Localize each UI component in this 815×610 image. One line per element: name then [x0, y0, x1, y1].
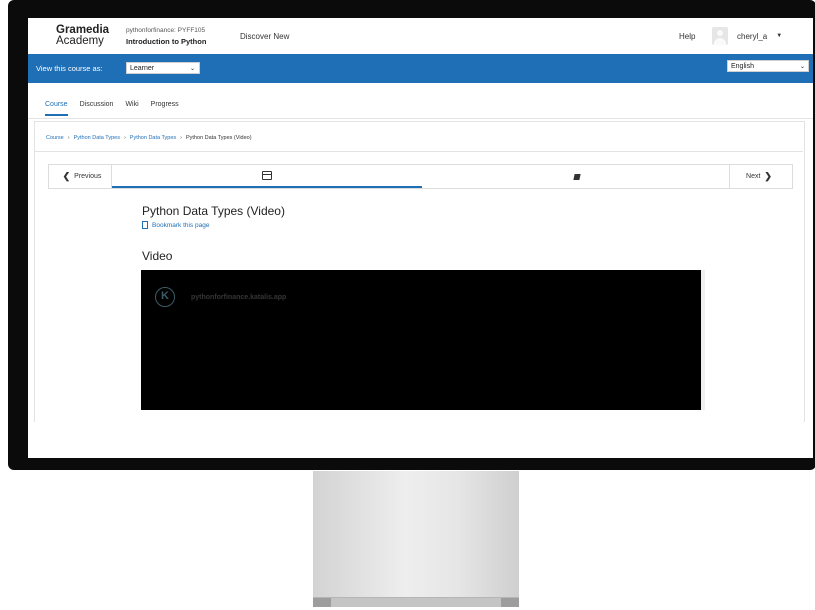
book-icon [572, 173, 581, 180]
chevron-right-icon: › [180, 135, 183, 141]
course-identity: pythonforfinance: PYFF105 Introduction t… [126, 26, 206, 47]
video-icon [262, 171, 272, 180]
bookmark-icon [142, 221, 148, 229]
view-as-select[interactable]: Learner ⌄ [126, 62, 200, 74]
next-label: Next [746, 173, 761, 180]
video-player[interactable]: K pythonforfinance.katalis.app [141, 270, 701, 410]
tab-discussion[interactable]: Discussion [80, 101, 114, 116]
chevron-left-icon: ❮ [62, 171, 71, 181]
sequence-unit-reading[interactable] [422, 165, 731, 188]
tab-wiki[interactable]: Wiki [125, 101, 138, 116]
tab-course[interactable]: Course [45, 101, 68, 116]
chevron-right-icon: › [67, 135, 70, 141]
logo-letter: K [161, 290, 169, 302]
unit-title: Python Data Types (Video) [142, 204, 285, 218]
player-scroll-edge [701, 270, 705, 410]
tab-progress[interactable]: Progress [151, 101, 179, 116]
course-name: Introduction to Python [126, 37, 207, 46]
monitor-stand [313, 471, 519, 599]
breadcrumb: Course › Python Data Types › Python Data Typ… [46, 135, 252, 141]
previous-button[interactable]: ❮ Previous [49, 165, 112, 188]
language-value: English [731, 63, 754, 70]
sequence-nav: ❮ Previous Next ❯ [48, 164, 793, 189]
user-menu[interactable]: cheryl_a ▼ [712, 26, 782, 46]
chevron-down-icon: ▼ [776, 33, 783, 39]
username: cheryl_a [737, 31, 768, 41]
chevron-down-icon: ⌄ [189, 66, 195, 72]
sequence-unit-video[interactable] [112, 165, 422, 188]
stand-foot-cap-right [501, 598, 519, 607]
katalis-logo-icon: K [155, 287, 175, 307]
discover-new-link[interactable]: Discover New [240, 32, 289, 41]
avatar [712, 27, 728, 45]
video-heading: Video [142, 249, 173, 263]
monitor-bezel: Gramedia Academy pythonforfinance: PYFF1… [8, 0, 815, 470]
next-button[interactable]: Next ❯ [729, 165, 792, 188]
chevron-right-icon: › [123, 135, 126, 141]
chevron-right-icon: ❯ [764, 171, 772, 181]
breadcrumb-course[interactable]: Course [46, 135, 64, 141]
stand-foot-cap-left [313, 598, 331, 607]
breadcrumb-section[interactable]: Python Data Types [74, 135, 120, 141]
language-select[interactable]: English ⌄ [727, 60, 809, 72]
breadcrumb-current: Python Data Types (Video) [186, 135, 252, 141]
bookmark-label: Bookmark this page [152, 221, 210, 229]
help-link[interactable]: Help [679, 32, 695, 41]
site-header: Gramedia Academy pythonforfinance: PYFF1… [28, 18, 813, 54]
view-as-label: View this course as: [36, 64, 103, 73]
previous-label: Previous [74, 173, 102, 180]
course-tabs: Course Discussion Wiki Progress [45, 101, 191, 116]
breadcrumb-divider [35, 151, 803, 152]
tabs-divider [28, 118, 813, 119]
course-org: pythonforfinance: PYFF105 [126, 27, 206, 34]
browser-screen: Gramedia Academy pythonforfinance: PYFF1… [28, 18, 813, 458]
logo-line2: Academy [56, 35, 104, 47]
breadcrumb-subsection[interactable]: Python Data Types [130, 135, 176, 141]
chevron-down-icon: ⌄ [799, 64, 805, 70]
monitor-stand-foot [313, 597, 519, 607]
site-logo[interactable]: Gramedia Academy [56, 24, 109, 47]
video-watermark: pythonforfinance.katalis.app [191, 294, 287, 301]
course-view-bar: View this course as: Learner ⌄ English ⌄ [28, 54, 813, 83]
view-as-value: Learner [130, 65, 155, 72]
bookmark-button[interactable]: Bookmark this page [142, 221, 209, 229]
